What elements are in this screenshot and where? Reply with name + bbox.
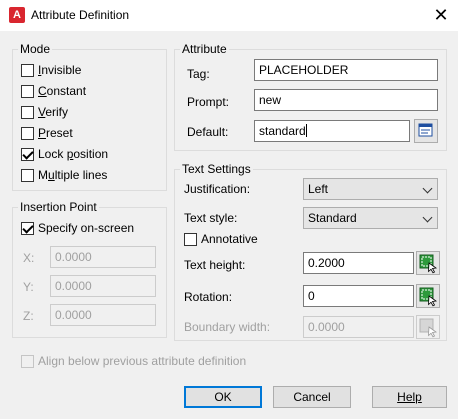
specify-on-screen-label: Specify on-screen [38, 221, 135, 235]
default-field[interactable]: standard [254, 120, 410, 142]
pick-point-icon [419, 287, 438, 307]
prompt-field[interactable]: new [254, 89, 438, 111]
attribute-group-label: Attribute [180, 42, 229, 56]
multiple-lines-label: Multiple lines [38, 168, 108, 182]
justification-select[interactable]: Left [303, 178, 438, 200]
help-button-label: Help [397, 390, 422, 404]
text-caret [305, 124, 307, 137]
lock-position-checkbox[interactable] [21, 148, 34, 161]
rotation-pick-button[interactable] [416, 284, 440, 308]
rotation-label: Rotation: [184, 290, 233, 304]
boundary-width-field[interactable]: 0.0000 [303, 316, 414, 338]
insert-field-icon [418, 123, 433, 137]
preset-checkbox[interactable] [21, 127, 34, 140]
boundary-width-label: Boundary width: [184, 320, 271, 334]
boundary-width-pick-button[interactable] [416, 315, 440, 339]
default-value: standard [259, 124, 306, 138]
z-field[interactable]: 0.0000 [50, 304, 156, 326]
y-field[interactable]: 0.0000 [50, 275, 156, 297]
invisible-label: Invisible [38, 63, 82, 77]
text-height-pick-button[interactable] [416, 251, 440, 275]
invisible-checkbox[interactable] [21, 64, 34, 77]
pick-point-icon [419, 254, 438, 274]
window-title: Attribute Definition [31, 8, 130, 22]
constant-label: Constant [38, 84, 87, 98]
preset-label: Preset [38, 126, 73, 140]
close-icon[interactable]: ✕ [430, 4, 452, 26]
chevron-down-icon [422, 212, 433, 223]
text-height-label: Text height: [184, 258, 246, 272]
y-label: Y: [23, 280, 34, 294]
tag-label: Tag: [187, 67, 210, 81]
insert-field-button[interactable] [414, 119, 438, 143]
text-settings-group-label: Text Settings [180, 162, 253, 176]
multiple-lines-checkbox[interactable] [21, 169, 34, 182]
default-label: Default: [187, 125, 229, 139]
x-field[interactable]: 0.0000 [50, 246, 156, 268]
insertion-point-group-label: Insertion Point [18, 200, 99, 214]
constant-checkbox[interactable] [21, 85, 34, 98]
prompt-label: Prompt: [187, 95, 230, 109]
verify-checkbox[interactable] [21, 106, 34, 119]
justification-label: Justification: [184, 182, 251, 196]
z-label: Z: [23, 309, 34, 323]
ok-button[interactable]: OK [184, 386, 262, 408]
cancel-button[interactable]: Cancel [273, 386, 351, 408]
lock-position-label: Lock position [38, 147, 109, 161]
align-below-label: Align below previous attribute definitio… [38, 354, 247, 368]
app-icon: A [9, 7, 25, 23]
x-label: X: [23, 251, 35, 265]
text-style-select[interactable]: Standard [303, 207, 438, 229]
tag-field[interactable]: PLACEHOLDER [254, 59, 438, 81]
help-button[interactable]: Help [372, 386, 447, 408]
annotative-label: Annotative [201, 232, 258, 246]
pick-point-disabled-icon [419, 318, 438, 338]
text-style-label: Text style: [184, 211, 238, 225]
verify-label: Verify [38, 105, 69, 119]
mode-group-label: Mode [18, 42, 53, 56]
align-below-checkbox[interactable] [21, 355, 34, 368]
chevron-down-icon [422, 183, 433, 194]
rotation-field[interactable]: 0 [303, 285, 414, 307]
justification-value: Left [308, 182, 329, 196]
specify-on-screen-checkbox[interactable] [21, 222, 34, 235]
annotative-checkbox[interactable] [184, 233, 197, 246]
text-style-value: Standard [308, 211, 357, 225]
text-height-field[interactable]: 0.2000 [303, 252, 414, 274]
